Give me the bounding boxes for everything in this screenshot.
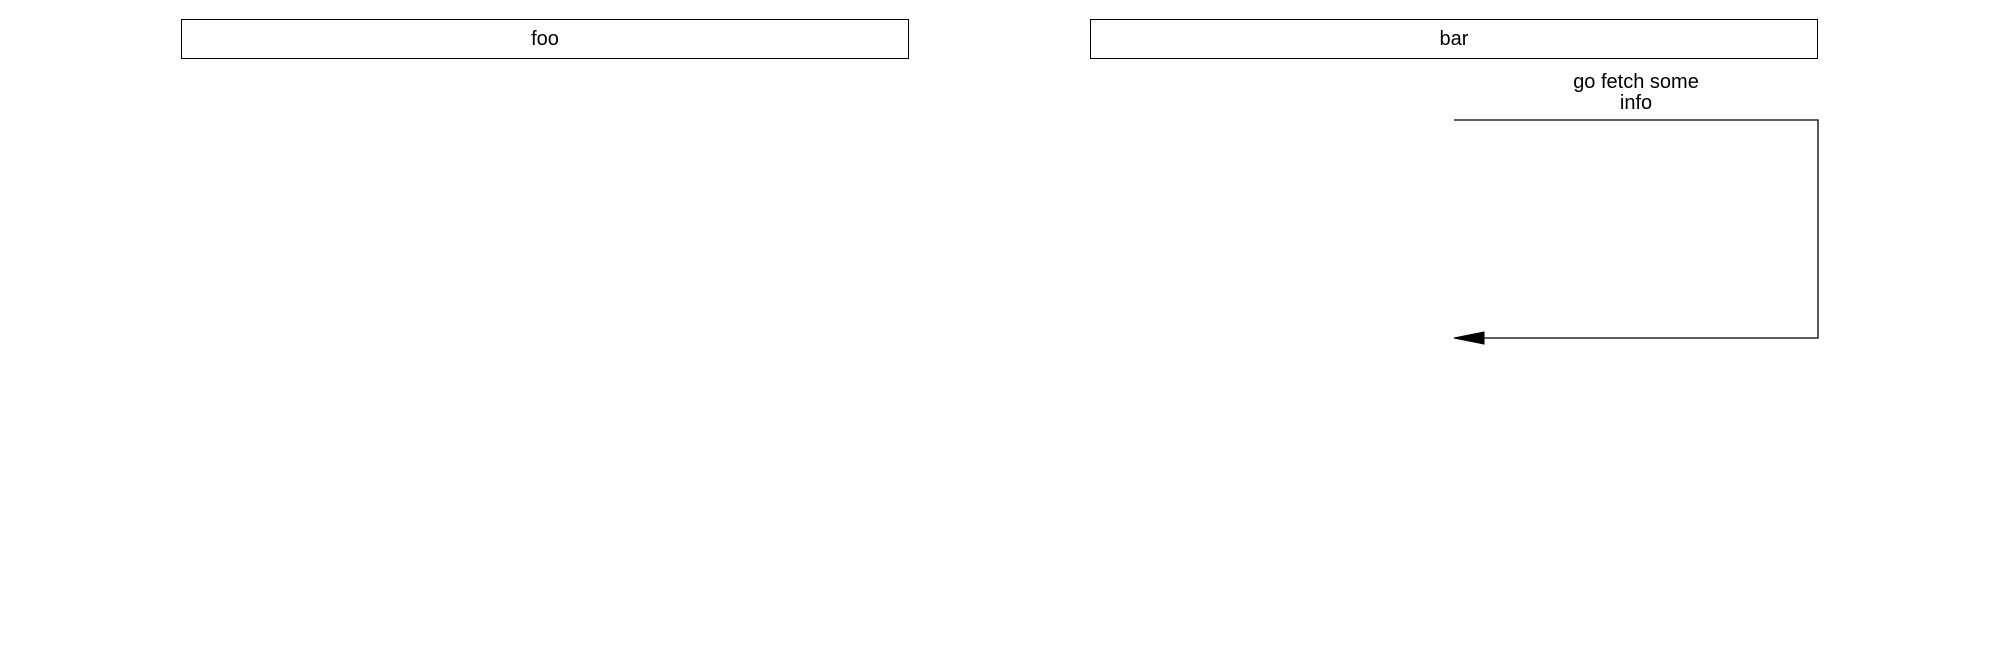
sequence-diagram-canvas [1453, 119, 1819, 345]
self-message-arrow-line [1454, 119, 1819, 339]
self-message-arrowhead [1453, 331, 1485, 345]
